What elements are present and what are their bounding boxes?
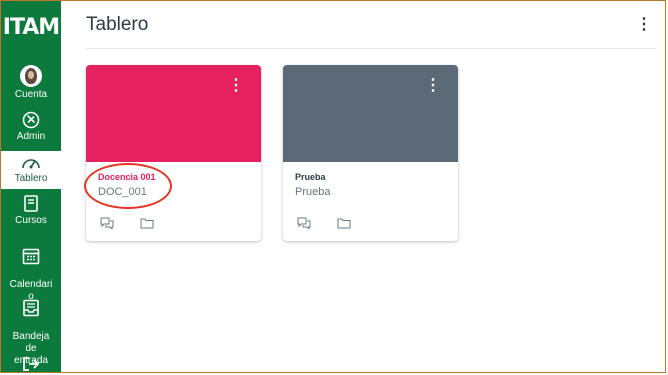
nav-admin[interactable]: Admin — [1, 111, 61, 143]
dashboard-options-kebab-icon[interactable]: ⋮ — [636, 14, 652, 34]
course-code: Prueba — [295, 186, 331, 198]
book-icon — [24, 195, 38, 212]
nav-cursos-label: Cursos — [15, 215, 47, 226]
files-folder-icon[interactable] — [337, 217, 351, 229]
nav-cursos[interactable]: Cursos — [1, 195, 61, 227]
nav-admin-label: Admin — [16, 131, 46, 142]
global-nav-sidebar: ITAM Cuenta Admin Tablero Cursos Calenda… — [1, 1, 61, 372]
course-card-prueba[interactable]: ⋮ Prueba Prueba — [283, 65, 458, 241]
files-folder-icon[interactable] — [140, 217, 154, 229]
nav-logout[interactable] — [1, 357, 61, 373]
nav-cuenta-label: Cuenta — [14, 89, 48, 100]
card-options-kebab-icon[interactable]: ⋮ — [228, 75, 244, 95]
card-actions — [100, 217, 154, 229]
nav-tablero-label: Tablero — [14, 173, 48, 184]
nav-cuenta[interactable]: Cuenta — [1, 65, 61, 101]
inbox-icon — [23, 299, 39, 317]
calendar-icon — [22, 248, 40, 265]
discussions-icon[interactable] — [297, 217, 311, 229]
page-title: Tablero — [86, 14, 149, 35]
nav-tablero[interactable]: Tablero — [1, 151, 61, 189]
user-avatar-icon — [20, 65, 42, 87]
annotation-highlight-circle — [84, 163, 172, 209]
shield-icon — [22, 111, 40, 129]
dashboard-gauge-icon — [22, 159, 40, 169]
course-card-docencia[interactable]: ⋮ Docencia 001 DOC_001 — [86, 65, 261, 241]
logout-arrow-icon — [23, 357, 40, 371]
card-actions — [297, 217, 351, 229]
itam-logo[interactable]: ITAM — [1, 15, 61, 40]
card-options-kebab-icon[interactable]: ⋮ — [425, 75, 441, 95]
header-divider — [86, 48, 656, 49]
course-title-link[interactable]: Prueba — [295, 172, 326, 182]
nav-bandeja[interactable]: Bandeja de entrada — [1, 287, 61, 367]
discussions-icon[interactable] — [100, 217, 114, 229]
